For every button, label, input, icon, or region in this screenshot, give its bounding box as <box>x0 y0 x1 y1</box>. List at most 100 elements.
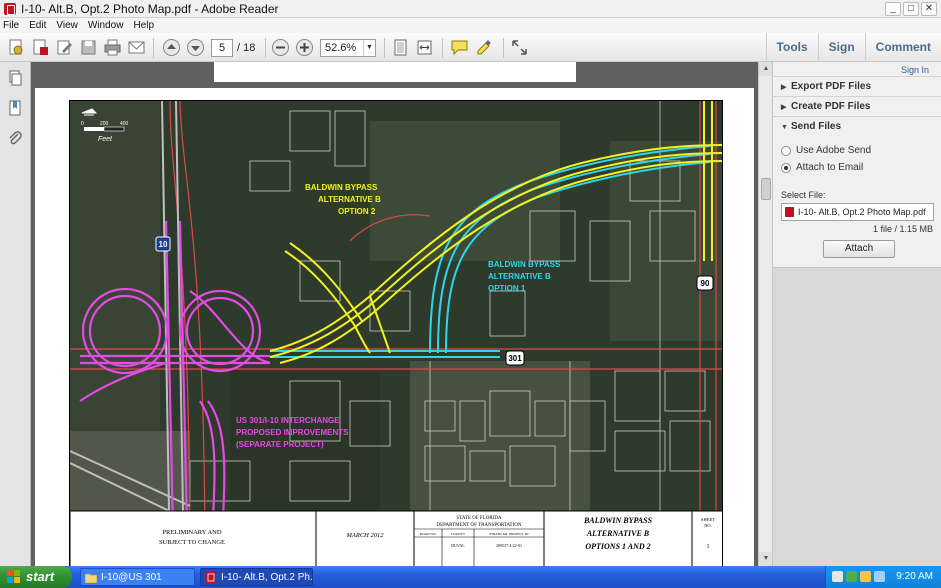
option-1-label: ALTERNATIVE B <box>488 272 551 281</box>
svg-text:DUVAL: DUVAL <box>451 543 465 548</box>
edit-icon[interactable] <box>55 38 74 57</box>
next-page-icon[interactable] <box>186 38 205 57</box>
interchange-label: PROPOSED IMPROVEMENTS <box>236 428 349 437</box>
photo-map: 0 200 400 Feet 10 90 301 BALDWIN BYPASS … <box>69 100 723 566</box>
chevron-down-icon[interactable]: ▼ <box>363 40 375 56</box>
tray-arrow-icon[interactable] <box>832 571 843 582</box>
pdf-file-icon <box>785 207 794 217</box>
taskbar-clock: 9:20 AM <box>896 571 933 582</box>
folder-icon <box>85 573 97 583</box>
main-toolbar: 5 / 18 52.6% ▼ Tools Sign Comment <box>0 33 941 62</box>
svg-text:MARCH 2012: MARCH 2012 <box>345 532 384 539</box>
taskbar-reader-window[interactable]: I-10- Alt.B, Opt.2 Ph... <box>200 568 313 586</box>
attach-button[interactable]: Attach <box>823 240 895 258</box>
option-1-label: BALDWIN BYPASS <box>488 260 561 269</box>
close-button[interactable]: ✕ <box>921 2 937 16</box>
save-icon[interactable] <box>79 38 98 57</box>
document-view[interactable]: 0 200 400 Feet 10 90 301 BALDWIN BYPASS … <box>31 62 758 566</box>
navigation-pane <box>0 62 31 566</box>
zoom-level-select[interactable]: 52.6% ▼ <box>320 39 376 57</box>
create-pdf-icon[interactable] <box>7 38 26 57</box>
radio-selected[interactable] <box>781 162 791 173</box>
attachments-icon[interactable] <box>7 130 23 146</box>
title-block: PRELIMINARY AND SUBJECT TO CHANGE MARCH … <box>70 510 722 566</box>
option-2-label: BALDWIN BYPASS <box>305 183 378 192</box>
section-create-pdf[interactable]: ▶ Create PDF Files <box>773 96 941 116</box>
menu-window[interactable]: Window <box>88 20 124 31</box>
svg-text:NO.: NO. <box>704 523 712 528</box>
previous-page-icon[interactable] <box>162 38 181 57</box>
menu-bar: File Edit View Window Help <box>0 18 941 33</box>
scale-tick: 200 <box>100 121 109 127</box>
menu-view[interactable]: View <box>56 20 78 31</box>
page-number-input[interactable]: 5 <box>211 39 233 57</box>
tray-network-icon[interactable] <box>846 571 857 582</box>
print-icon[interactable] <box>103 38 122 57</box>
title-bar: I-10- Alt.B, Opt.2 Photo Map.pdf - Adobe… <box>0 0 941 18</box>
document-scrollbar[interactable]: ▲ ▼ <box>758 62 773 566</box>
svg-text:90: 90 <box>701 279 710 288</box>
fullscreen-icon[interactable] <box>510 38 529 57</box>
file-count: 1 file / 1.15 MB <box>872 224 933 234</box>
section-export-pdf[interactable]: ▶ Export PDF Files <box>773 76 941 96</box>
tray-security-icon[interactable] <box>860 571 871 582</box>
chevron-right-icon: ▶ <box>781 104 787 111</box>
scale-tick: 0 <box>81 121 84 127</box>
highlight-icon[interactable] <box>475 38 494 57</box>
svg-text:FINANCIAL PROJECT ID: FINANCIAL PROJECT ID <box>490 532 529 536</box>
bookmarks-icon[interactable] <box>7 100 23 116</box>
radio-adobe-send[interactable]: Use Adobe Send <box>781 145 871 156</box>
pane-empty-area <box>773 267 941 566</box>
interchange-label: US 301/I-10 INTERCHANGE <box>236 416 340 425</box>
select-file-label: Select File: <box>781 190 826 200</box>
window-title: I-10- Alt.B, Opt.2 Photo Map.pdf - Adobe… <box>21 1 279 16</box>
scroll-up-icon[interactable]: ▲ <box>759 62 773 76</box>
scroll-down-icon[interactable]: ▼ <box>759 552 773 566</box>
scale-bar <box>84 126 125 132</box>
svg-text:SHEET: SHEET <box>701 517 715 522</box>
svg-text:ROAD NO.: ROAD NO. <box>420 532 437 536</box>
scale-label: Feet <box>98 136 113 143</box>
menu-edit[interactable]: Edit <box>29 20 46 31</box>
radio-unselected[interactable] <box>781 145 791 156</box>
zoom-in-icon[interactable] <box>295 38 314 57</box>
windows-logo-icon <box>7 570 20 583</box>
minimize-button[interactable]: _ <box>885 2 901 16</box>
tab-comment[interactable]: Comment <box>864 33 941 62</box>
tab-sign[interactable]: Sign <box>817 33 865 62</box>
svg-text:301: 301 <box>508 354 522 363</box>
section-send-files[interactable]: ▼ Send Files <box>773 116 941 136</box>
svg-text:DEPARTMENT OF TRANSPORTATION: DEPARTMENT OF TRANSPORTATION <box>436 523 521 528</box>
route-shield-90: 90 <box>696 275 714 291</box>
pages-panel-icon[interactable] <box>7 70 23 86</box>
maximize-button[interactable]: □ <box>903 2 919 16</box>
svg-text:1: 1 <box>707 544 710 550</box>
zoom-out-icon[interactable] <box>271 38 290 57</box>
option-2-label: OPTION 2 <box>338 207 376 216</box>
open-icon[interactable] <box>31 38 50 57</box>
email-icon[interactable] <box>127 38 146 57</box>
taskbar-folder-window[interactable]: I-10@US 301 <box>80 568 195 586</box>
tab-tools[interactable]: Tools <box>765 33 818 62</box>
interchange-label: (SEPARATE PROJECT) <box>236 440 324 449</box>
scale-tick: 400 <box>120 121 129 127</box>
scroll-thumb[interactable] <box>761 178 771 200</box>
svg-text:209537-4-22-01: 209537-4-22-01 <box>496 543 522 548</box>
menu-file[interactable]: File <box>3 20 19 31</box>
fit-width-icon[interactable] <box>415 38 434 57</box>
tray-volume-icon[interactable] <box>874 571 885 582</box>
menu-help[interactable]: Help <box>133 20 154 31</box>
svg-text:OPTIONS 1 AND 2: OPTIONS 1 AND 2 <box>585 542 650 551</box>
svg-text:ALTERNATIVE B: ALTERNATIVE B <box>586 529 650 538</box>
sign-in-link[interactable]: Sign In <box>901 65 929 75</box>
selected-file-field[interactable]: I-10- Alt.B, Opt.2 Photo Map.pdf <box>781 203 934 221</box>
radio-attach-email[interactable]: Attach to Email <box>781 162 863 173</box>
previous-page-edge <box>214 62 576 82</box>
svg-text:BALDWIN BYPASS: BALDWIN BYPASS <box>583 516 653 525</box>
pdf-page: 0 200 400 Feet 10 90 301 BALDWIN BYPASS … <box>35 88 754 566</box>
adobe-reader-icon <box>4 2 16 15</box>
fit-page-icon[interactable] <box>391 38 410 57</box>
start-button[interactable]: start <box>0 566 72 588</box>
system-tray: 9:20 AM <box>825 566 941 588</box>
comment-icon[interactable] <box>450 38 469 57</box>
